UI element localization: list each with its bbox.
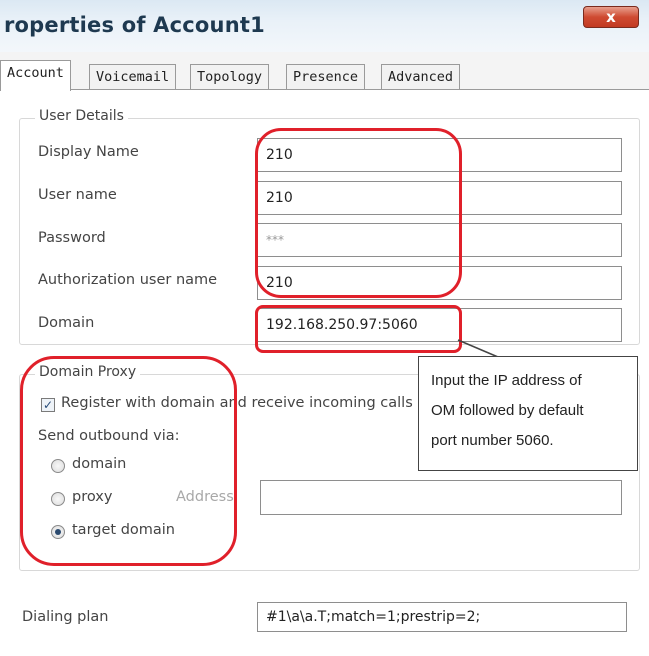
tab-topology[interactable]: Topology	[190, 64, 270, 90]
annotation-domain-highlight	[255, 305, 462, 353]
tab-advanced[interactable]: Advanced	[381, 64, 461, 90]
callout-line-3: port number 5060.	[431, 432, 554, 449]
user-details-legend: User Details	[35, 108, 128, 124]
annotation-credentials-highlight	[255, 128, 462, 298]
user-name-label: User name	[38, 187, 117, 203]
close-button[interactable]: x	[583, 6, 639, 28]
dialing-plan-field[interactable]: #1\a\a.T;match=1;prestrip=2;	[257, 602, 627, 632]
annotation-callout: Input the IP address of OM followed by d…	[418, 356, 638, 471]
dialing-plan-label: Dialing plan	[22, 609, 109, 625]
tab-account[interactable]: Account	[0, 60, 71, 91]
window-title: roperties of Account1	[4, 13, 265, 37]
tab-presence[interactable]: Presence	[286, 64, 366, 90]
annotation-proxy-highlight	[20, 356, 237, 566]
callout-line-2: OM followed by default	[431, 402, 584, 419]
tab-voicemail[interactable]: Voicemail	[89, 64, 177, 90]
domain-label: Domain	[38, 315, 95, 331]
password-label: Password	[38, 230, 106, 246]
display-name-label: Display Name	[38, 144, 139, 160]
title-bar: roperties of Account1 x	[0, 0, 649, 52]
close-icon: x	[606, 8, 616, 26]
callout-line-1: Input the IP address of	[431, 372, 582, 389]
auth-user-name-label: Authorization user name	[38, 272, 218, 288]
address-field[interactable]	[260, 480, 622, 515]
